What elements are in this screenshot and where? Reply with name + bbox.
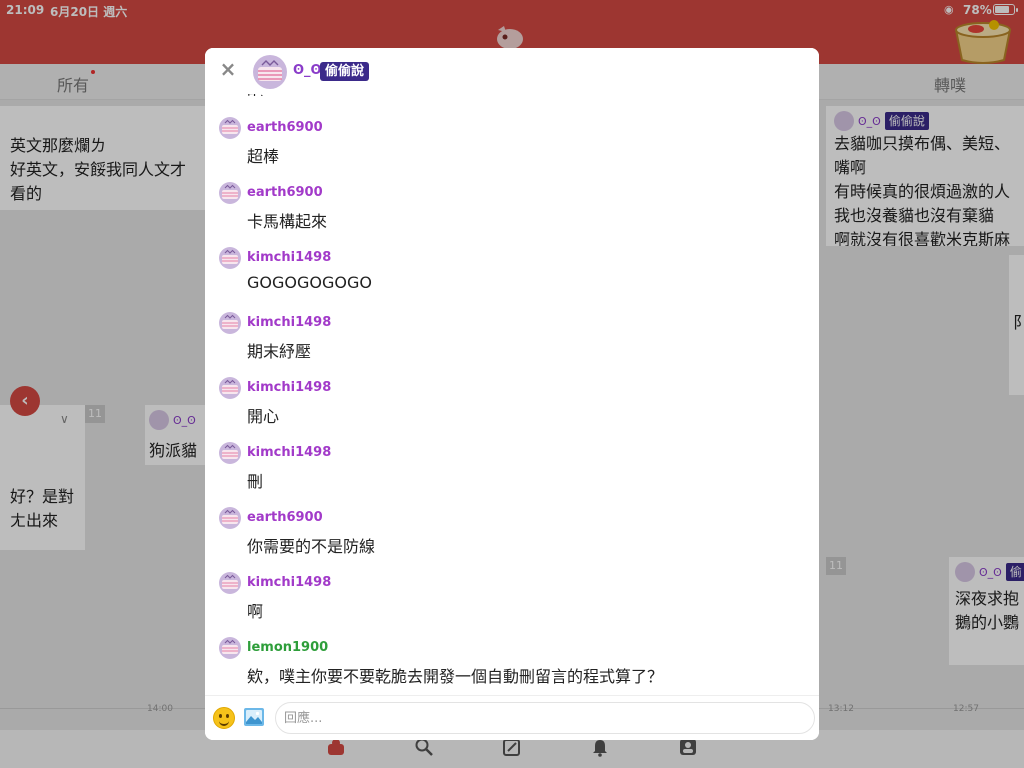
poster-username[interactable]: ʘ_ʘ: [293, 63, 322, 78]
response-username[interactable]: kimchi1498: [247, 575, 331, 590]
response-username[interactable]: earth6900: [247, 510, 323, 525]
emoji-icon[interactable]: [213, 707, 235, 729]
avatar[interactable]: [219, 182, 241, 204]
response-item: kimchi1498 啊: [219, 572, 799, 632]
response-item: kimchi1498 期末紓壓: [219, 312, 799, 372]
response-item: earth6900 卡馬構起來: [219, 182, 799, 242]
response-item: kimchi1498 刪: [219, 442, 799, 502]
reply-bar: [205, 695, 819, 740]
response-text: GOGOGOGOGO: [247, 273, 372, 292]
avatar[interactable]: [219, 312, 241, 334]
response-username[interactable]: kimchi1498: [247, 380, 331, 395]
close-icon[interactable]: ×: [217, 58, 239, 80]
avatar[interactable]: [219, 637, 241, 659]
response-item: earth6900 超棒: [219, 117, 799, 177]
response-username[interactable]: kimchi1498: [247, 315, 331, 330]
response-text: 刪: [247, 472, 264, 491]
response-text: 啊: [247, 602, 264, 621]
response-text: 開心: [247, 407, 280, 426]
avatar[interactable]: [219, 572, 241, 594]
response-username[interactable]: kimchi1498: [247, 250, 331, 265]
avatar[interactable]: [219, 507, 241, 529]
response-username[interactable]: earth6900: [247, 185, 323, 200]
avatar[interactable]: [219, 247, 241, 269]
response-item: lemon1900 欸，噗主你要不要乾脆去開發一個自動刪留言的程式算了？: [219, 637, 799, 695]
reply-input[interactable]: [275, 702, 815, 734]
response-text: 卡馬構起來: [247, 212, 328, 231]
response-text: 你需要的不是防線: [247, 537, 376, 556]
response-item: earth6900 你需要的不是防線: [219, 507, 799, 567]
response-item: kimchi1498 GOGOGOGOGO: [219, 247, 799, 307]
whisper-tag: 偷偷說: [320, 62, 370, 81]
response-text: 欸，噗主你要不要乾脆去開發一個自動刪留言的程式算了？: [247, 667, 664, 686]
avatar[interactable]: [219, 442, 241, 464]
plurk-response-modal: × ʘ_ʘ 偷偷說 吧 earth6900超棒earth6900卡馬構起來kim…: [205, 48, 819, 740]
image-icon[interactable]: [243, 706, 265, 728]
response-username[interactable]: kimchi1498: [247, 445, 331, 460]
response-item: kimchi1498 開心: [219, 377, 799, 437]
response-text: 超棒: [247, 147, 280, 166]
avatar[interactable]: [219, 117, 241, 139]
response-list[interactable]: 吧 earth6900超棒earth6900卡馬構起來kimchi1498GOG…: [205, 72, 819, 695]
modal-header: × ʘ_ʘ 偷偷說: [205, 48, 819, 94]
response-username[interactable]: earth6900: [247, 120, 323, 135]
poster-avatar[interactable]: [253, 55, 287, 89]
response-text: 期末紓壓: [247, 342, 312, 361]
response-username[interactable]: lemon1900: [247, 640, 328, 655]
avatar[interactable]: [219, 377, 241, 399]
